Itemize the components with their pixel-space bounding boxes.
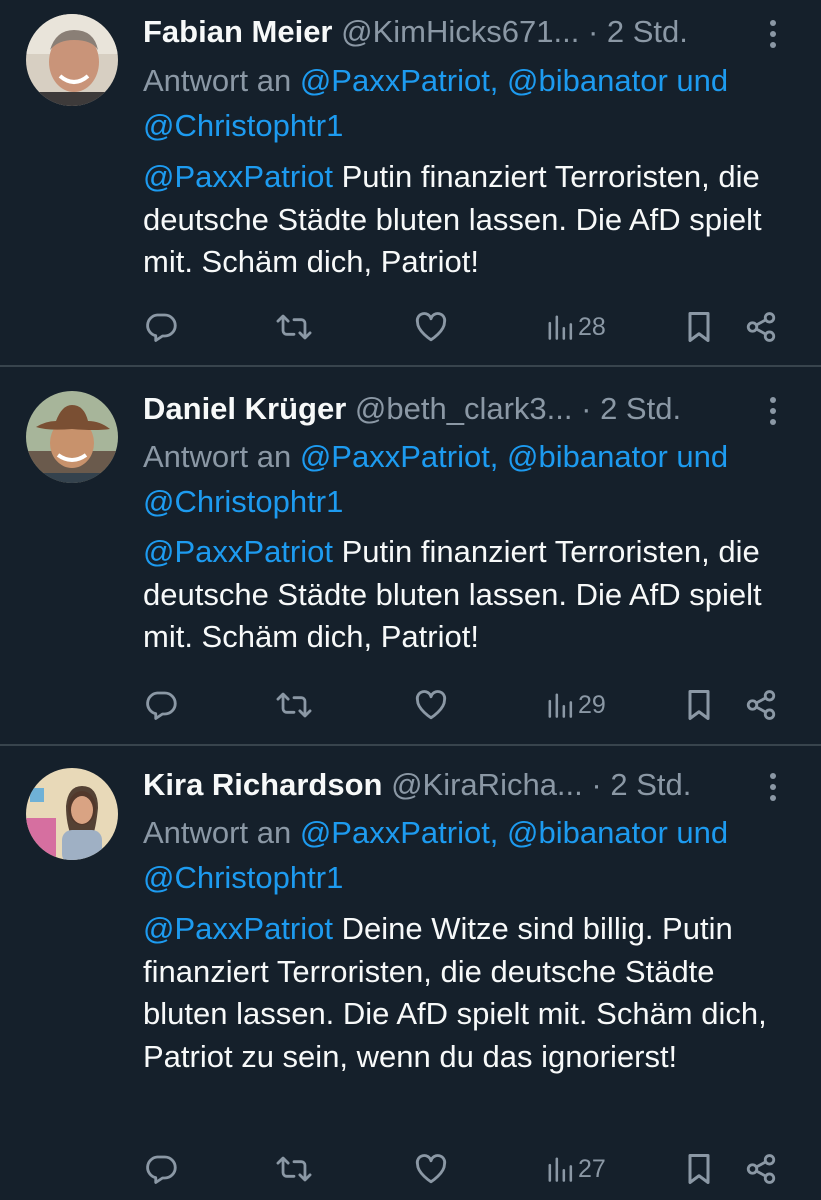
author-name[interactable]: Fabian Meier — [143, 14, 333, 49]
reply-context: Antwort an @PaxxPatriot, @bibanator und … — [143, 58, 783, 148]
share-icon — [746, 1154, 776, 1184]
timestamp[interactable]: 2 Std. — [607, 14, 688, 49]
more-button[interactable] — [763, 395, 783, 427]
avatar[interactable] — [26, 14, 118, 106]
reply-joiner: und — [676, 63, 729, 98]
retweet-button[interactable] — [275, 307, 313, 347]
action-bar: 27 — [0, 1149, 821, 1189]
share-button[interactable] — [744, 1149, 778, 1189]
like-icon — [415, 690, 447, 720]
reply-mention-last[interactable]: @Christophtr1 — [143, 860, 343, 895]
views-button[interactable]: 28 — [546, 307, 606, 347]
bookmark-icon — [688, 1154, 710, 1184]
body-mention[interactable]: @PaxxPatriot — [143, 534, 333, 569]
body-mention[interactable]: @PaxxPatriot — [143, 911, 333, 946]
more-icon — [770, 20, 776, 48]
tweet-text: @PaxxPatriot Putin finanziert Terroriste… — [143, 156, 793, 284]
views-button[interactable]: 27 — [546, 1149, 606, 1189]
author-handle[interactable]: @beth_clark3... — [355, 391, 573, 426]
more-icon — [770, 397, 776, 425]
views-button[interactable]: 29 — [546, 685, 606, 725]
separator: · — [591, 767, 602, 802]
author-name[interactable]: Kira Richardson — [143, 767, 382, 802]
share-icon — [746, 690, 776, 720]
views-count: 29 — [578, 690, 606, 719]
timestamp[interactable]: 2 Std. — [600, 391, 681, 426]
reply-mentions[interactable]: @PaxxPatriot, @bibanator — [300, 63, 668, 98]
bookmark-icon — [688, 690, 710, 720]
avatar[interactable] — [26, 391, 118, 483]
separator: · — [581, 391, 592, 426]
reply-mention-last[interactable]: @Christophtr1 — [143, 484, 343, 519]
like-button[interactable] — [413, 307, 449, 347]
bookmark-button[interactable] — [684, 307, 714, 347]
bookmark-icon — [688, 312, 710, 342]
like-icon — [415, 312, 447, 342]
views-icon — [548, 315, 573, 340]
share-button[interactable] — [744, 685, 778, 725]
views-count: 27 — [578, 1154, 606, 1183]
reply-mentions[interactable]: @PaxxPatriot, @bibanator — [300, 439, 668, 474]
tweet[interactable]: Daniel Krüger @beth_clark3... · 2 Std. A… — [0, 367, 821, 744]
like-button[interactable] — [413, 1149, 449, 1189]
reply-joiner: und — [676, 439, 729, 474]
action-bar: 28 — [0, 307, 821, 347]
retweet-icon — [276, 1156, 312, 1182]
share-button[interactable] — [744, 307, 778, 347]
body-mention[interactable]: @PaxxPatriot — [143, 159, 333, 194]
retweet-icon — [276, 692, 312, 718]
reply-joiner: und — [676, 815, 729, 850]
views-icon — [548, 1157, 573, 1182]
reply-icon — [146, 1155, 177, 1184]
reply-prefix: Antwort an — [143, 815, 292, 850]
tweet-text: @PaxxPatriot Putin finanziert Terroriste… — [143, 531, 793, 659]
like-icon — [415, 1154, 447, 1184]
avatar-photo-icon — [26, 391, 118, 483]
reply-prefix: Antwort an — [143, 439, 292, 474]
views-icon — [548, 693, 573, 718]
tweet-header: Daniel Krüger @beth_clark3... · 2 Std. — [143, 389, 681, 429]
bookmark-button[interactable] — [684, 1149, 714, 1189]
more-button[interactable] — [763, 18, 783, 50]
reply-button[interactable] — [143, 1149, 179, 1189]
tweet-text: @PaxxPatriot Deine Witze sind billig. Pu… — [143, 908, 793, 1078]
reply-icon — [146, 313, 177, 342]
timestamp[interactable]: 2 Std. — [610, 767, 691, 802]
author-handle[interactable]: @KimHicks671... — [341, 14, 579, 49]
reply-button[interactable] — [143, 307, 179, 347]
avatar-photo-icon — [26, 14, 118, 106]
share-icon — [746, 312, 776, 342]
retweet-button[interactable] — [275, 685, 313, 725]
reply-mention-last[interactable]: @Christophtr1 — [143, 108, 343, 143]
tweet[interactable]: Kira Richardson @KiraRicha... · 2 Std. A… — [0, 746, 821, 1200]
avatar-photo-icon — [26, 768, 118, 860]
reply-context: Antwort an @PaxxPatriot, @bibanator und … — [143, 434, 783, 524]
reply-button[interactable] — [143, 685, 179, 725]
author-handle[interactable]: @KiraRicha... — [391, 767, 583, 802]
reply-icon — [146, 691, 177, 720]
author-name[interactable]: Daniel Krüger — [143, 391, 346, 426]
action-bar: 29 — [0, 685, 821, 725]
separator: · — [587, 14, 599, 49]
reply-context: Antwort an @PaxxPatriot, @bibanator und … — [143, 810, 783, 900]
tweet-header: Kira Richardson @KiraRicha... · 2 Std. — [143, 765, 691, 805]
reply-prefix: Antwort an — [143, 63, 292, 98]
reply-mentions[interactable]: @PaxxPatriot, @bibanator — [300, 815, 668, 850]
retweet-button[interactable] — [275, 1149, 313, 1189]
tweet-header: Fabian Meier @KimHicks671... · 2 Std. — [143, 12, 688, 52]
avatar[interactable] — [26, 768, 118, 860]
like-button[interactable] — [413, 685, 449, 725]
views-count: 28 — [578, 312, 606, 341]
more-button[interactable] — [763, 771, 783, 803]
tweet[interactable]: Fabian Meier @KimHicks671... · 2 Std. An… — [0, 0, 821, 365]
retweet-icon — [276, 314, 312, 340]
bookmark-button[interactable] — [684, 685, 714, 725]
more-icon — [770, 773, 776, 801]
